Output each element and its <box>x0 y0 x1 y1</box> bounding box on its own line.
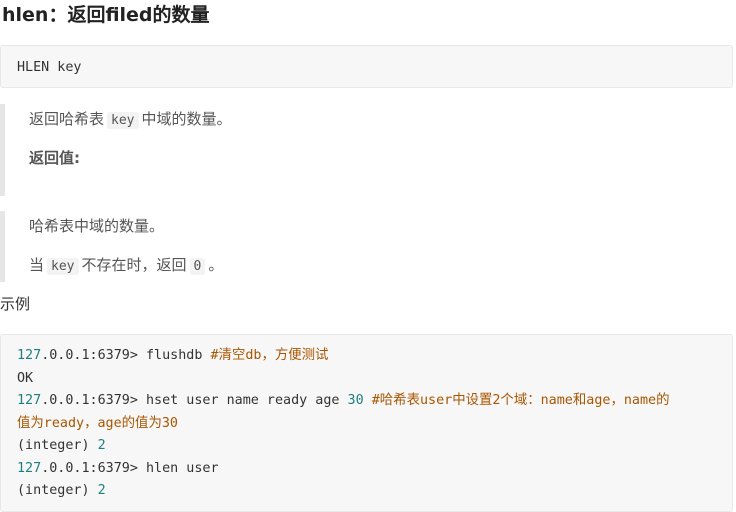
description-blockquote: 返回哈希表 key 中域的数量。 返回值: <box>0 104 733 196</box>
return-blockquote: 哈希表中域的数量。 当 key 不存在时，返回 0。 <box>0 211 733 282</box>
return-description: 哈希表中域的数量。 <box>29 217 165 235</box>
example-code-block: 127.0.0.1:6379> flushdb #清空db，方便测试 OK 12… <box>0 334 733 512</box>
inline-code-key: key <box>47 258 79 275</box>
description-post: 中域的数量。 <box>141 110 232 128</box>
code-comment: #清空db，方便测试 <box>210 348 329 363</box>
code-number: 127 <box>17 348 42 363</box>
return-cond-post: 。 <box>208 256 224 274</box>
code-command: .0.0.1:6379> flushdb <box>41 348 211 363</box>
example-label: 示例 <box>0 295 31 313</box>
code-line: 127.0.0.1:6379> hlen user <box>17 458 716 481</box>
return-cond-pre: 当 <box>29 256 45 274</box>
code-line: OK <box>17 368 716 391</box>
code-output: (integer) <box>17 483 98 498</box>
syntax-code: HLEN key <box>17 60 82 75</box>
code-output: (integer) <box>17 438 98 453</box>
syntax-code-block: HLEN key <box>0 45 733 88</box>
code-number: 127 <box>17 393 42 408</box>
code-line: 127.0.0.1:6379> hset user name ready age… <box>17 390 716 413</box>
code-line: (integer) 2 <box>17 435 716 458</box>
code-line: 值为ready，age的值为30 <box>17 413 716 436</box>
description-pre: 返回哈希表 <box>29 110 105 128</box>
description-line: 返回哈希表 key 中域的数量。 <box>29 108 232 132</box>
code-command: .0.0.1:6379> hset user name ready age <box>41 393 348 408</box>
inline-code-key: key <box>107 112 139 129</box>
code-number: 30 <box>347 393 364 408</box>
return-cond-mid: 不存在时，返回 <box>81 256 187 274</box>
page-title: hlen：返回filed的数量 <box>2 4 210 26</box>
code-number: 2 <box>97 438 106 453</box>
code-line: 127.0.0.1:6379> flushdb #清空db，方便测试 <box>17 345 716 368</box>
code-number: 127 <box>17 460 42 476</box>
inline-code-zero: 0 <box>189 258 206 275</box>
code-number: 2 <box>97 483 106 498</box>
return-value-label: 返回值: <box>29 149 80 167</box>
return-condition-line: 当 key 不存在时，返回 0。 <box>29 254 223 278</box>
code-output: OK <box>17 370 34 386</box>
code-line: (integer) 2 <box>17 480 716 503</box>
code-comment: #哈希表user中设置2个域：name和age，name的 <box>371 393 670 408</box>
code-command: .0.0.1:6379> hlen user <box>41 460 219 476</box>
code-comment: 值为ready，age的值为30 <box>17 415 178 431</box>
